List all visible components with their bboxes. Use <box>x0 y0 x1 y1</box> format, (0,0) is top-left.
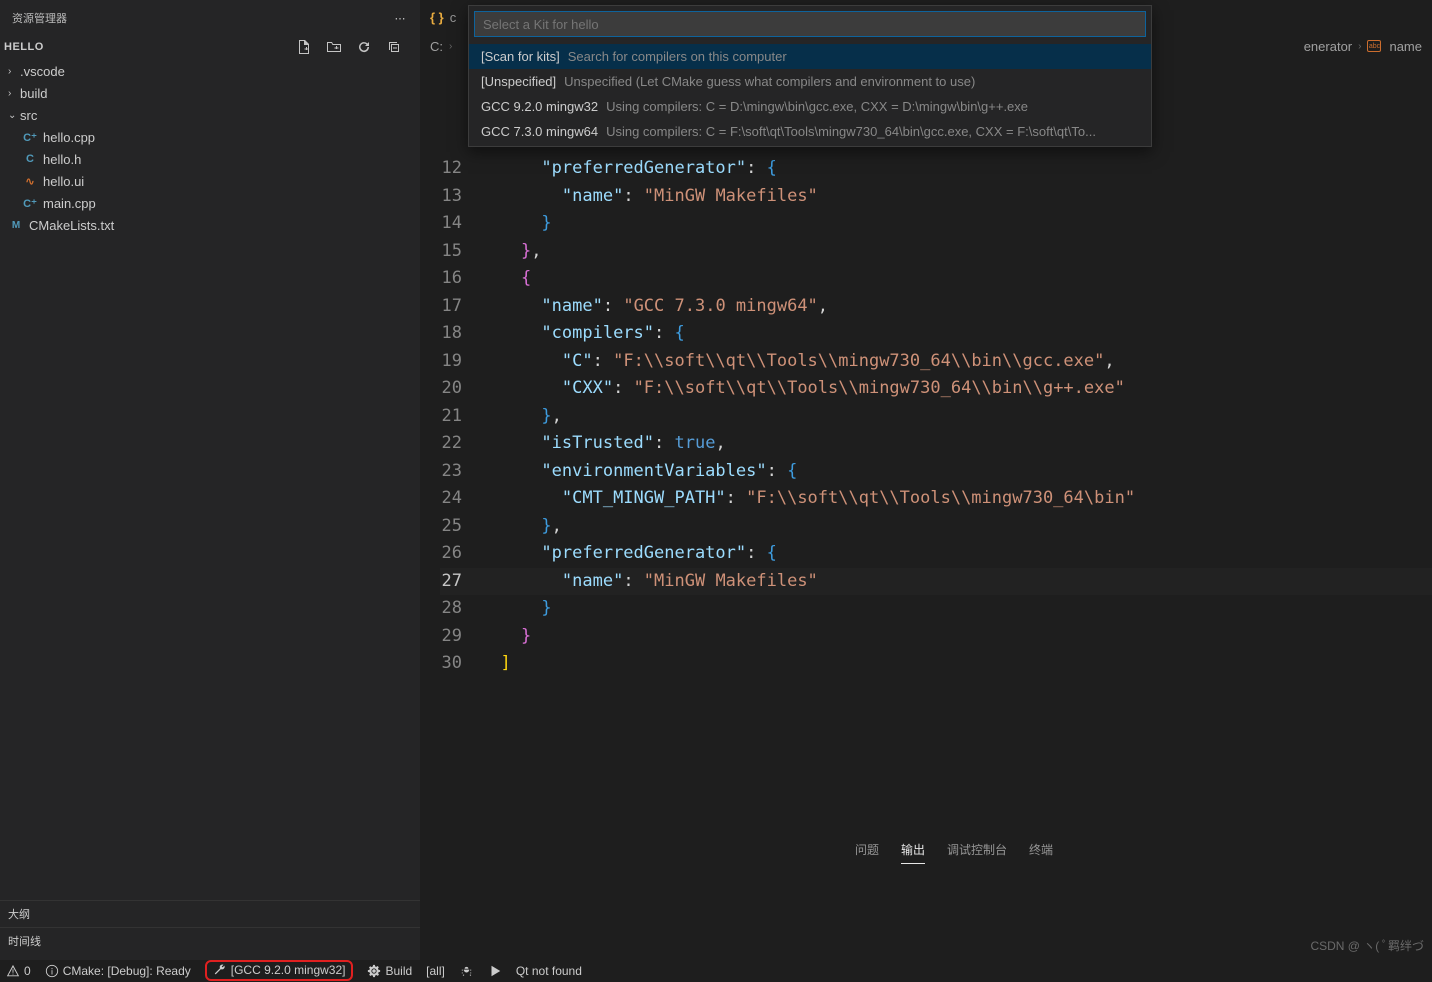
status-qt[interactable]: Qt not found <box>516 964 582 978</box>
status-build[interactable]: Build <box>367 964 412 978</box>
quickpick-input[interactable] <box>474 11 1146 37</box>
breadcrumb-root[interactable]: C: <box>430 39 443 54</box>
bug-icon <box>459 964 474 979</box>
quickpick-item[interactable]: GCC 9.2.0 mingw32Using compilers: C = D:… <box>469 94 1151 119</box>
status-debug-icon[interactable] <box>459 964 474 979</box>
refresh-icon[interactable] <box>356 39 372 55</box>
tab-output[interactable]: 输出 <box>901 841 925 864</box>
chevron-right-icon: › <box>449 41 452 52</box>
tab-terminal[interactable]: 终端 <box>1029 841 1053 864</box>
tab-debug-console[interactable]: 调试控制台 <box>947 841 1007 864</box>
new-file-icon[interactable] <box>296 39 312 55</box>
explorer-sidebar: 资源管理器 ⋯ HELLO ›.vscode ›build ⌄src C⁺hel… <box>0 0 420 982</box>
more-icon[interactable]: ⋯ <box>392 10 408 26</box>
quickpick-item[interactable]: GCC 7.3.0 mingw64Using compilers: C = F:… <box>469 119 1151 144</box>
breadcrumb-item[interactable]: name <box>1389 39 1422 54</box>
info-icon <box>45 964 59 978</box>
status-kit-highlighted[interactable]: [GCC 9.2.0 mingw32] <box>205 960 354 981</box>
json-icon: { } <box>430 10 444 25</box>
status-run-icon[interactable] <box>488 964 502 978</box>
folder-src[interactable]: ⌄src <box>0 104 420 126</box>
watermark: CSDN @ ヽ( ﾟ羁绊づ <box>1310 937 1424 954</box>
project-header[interactable]: HELLO <box>0 36 420 58</box>
quickpick-item[interactable]: [Unspecified]Unspecified (Let CMake gues… <box>469 69 1151 94</box>
breadcrumb-item[interactable]: enerator <box>1304 39 1352 54</box>
file-main-cpp[interactable]: C⁺main.cpp <box>0 192 420 214</box>
code-editor[interactable]: 12 "preferredGenerator": {13 "name": "Mi… <box>440 155 1432 834</box>
string-icon: abc <box>1367 40 1381 52</box>
new-folder-icon[interactable] <box>326 39 342 55</box>
status-bar: 0 CMake: [Debug]: Ready [GCC 9.2.0 mingw… <box>0 960 1432 982</box>
timeline-panel-header[interactable]: 时间线 <box>0 927 420 954</box>
status-target[interactable]: [all] <box>426 964 445 978</box>
status-warnings[interactable]: 0 <box>6 964 31 978</box>
folder-vscode[interactable]: ›.vscode <box>0 60 420 82</box>
tab-problems[interactable]: 问题 <box>855 841 879 864</box>
tab-label[interactable]: c <box>450 10 457 25</box>
kit-quickpick: [Scan for kits]Search for compilers on t… <box>468 5 1152 147</box>
collapse-all-icon[interactable] <box>386 39 402 55</box>
file-tree: ›.vscode ›build ⌄src C⁺hello.cpp Chello.… <box>0 58 420 236</box>
outline-panel-header[interactable]: 大纲 <box>0 900 420 927</box>
explorer-title: 资源管理器 <box>12 10 67 26</box>
wrench-icon <box>213 963 227 977</box>
gear-icon <box>367 964 381 978</box>
chevron-right-icon: › <box>1358 41 1361 52</box>
file-cmakelists[interactable]: MCMakeLists.txt <box>0 214 420 236</box>
file-hello-cpp[interactable]: C⁺hello.cpp <box>0 126 420 148</box>
status-cmake[interactable]: CMake: [Debug]: Ready <box>45 964 191 978</box>
warning-icon <box>6 964 20 978</box>
quickpick-item[interactable]: [Scan for kits]Search for compilers on t… <box>469 44 1151 69</box>
file-hello-ui[interactable]: ∿hello.ui <box>0 170 420 192</box>
file-hello-h[interactable]: Chello.h <box>0 148 420 170</box>
folder-build[interactable]: ›build <box>0 82 420 104</box>
play-icon <box>488 964 502 978</box>
